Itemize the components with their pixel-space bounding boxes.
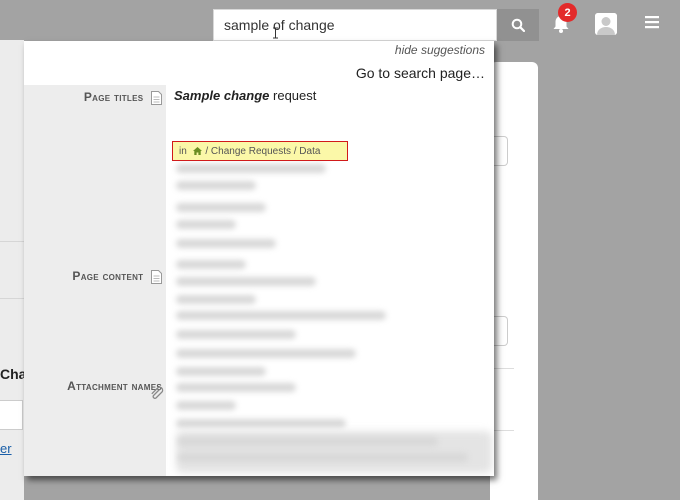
background-heading: Cha bbox=[0, 366, 27, 382]
breadcrumb[interactable]: in / Change Requests / Data bbox=[172, 141, 348, 161]
avatar-icon bbox=[595, 13, 617, 35]
search-button[interactable] bbox=[497, 9, 539, 41]
blurred-result bbox=[176, 330, 296, 339]
section-label-text: Attachment names bbox=[67, 379, 162, 393]
result-title-rest: request bbox=[273, 88, 317, 103]
blurred-result bbox=[176, 419, 346, 428]
background-card bbox=[490, 62, 538, 500]
background-card-button[interactable] bbox=[493, 136, 508, 166]
blurred-result bbox=[176, 401, 236, 410]
result-page-title[interactable]: Sample change request bbox=[174, 88, 316, 103]
paperclip-icon bbox=[151, 387, 164, 399]
avatar[interactable] bbox=[595, 13, 617, 35]
blurred-result bbox=[176, 164, 326, 173]
background-link[interactable]: er bbox=[0, 441, 12, 456]
background-left-panel bbox=[0, 40, 24, 500]
notification-badge: 2 bbox=[558, 3, 577, 22]
background-divider bbox=[0, 298, 24, 299]
blurred-result bbox=[178, 453, 468, 462]
home-icon bbox=[192, 147, 202, 155]
blurred-result bbox=[178, 437, 438, 446]
hide-suggestions-link[interactable]: hide suggestions bbox=[395, 43, 485, 57]
blurred-result bbox=[176, 220, 236, 229]
search-icon bbox=[511, 18, 525, 32]
section-label-text: Page titles bbox=[83, 90, 144, 104]
blurred-result bbox=[176, 260, 246, 269]
menu-icon[interactable] bbox=[645, 15, 659, 29]
section-attachment-names: Attachment names bbox=[42, 377, 164, 399]
blurred-result bbox=[176, 383, 296, 392]
search-suggestions-panel: hide suggestions Go to search page… Page… bbox=[24, 41, 494, 476]
blurred-result bbox=[176, 181, 256, 190]
result-title-match: Sample bbox=[174, 88, 221, 103]
section-labels-column: Page titles Page content Attachment name… bbox=[24, 85, 166, 476]
blurred-result bbox=[176, 239, 276, 248]
text-cursor-icon bbox=[273, 27, 278, 39]
result-title-match: change bbox=[223, 88, 270, 103]
blurred-result bbox=[176, 367, 266, 376]
blurred-result bbox=[176, 295, 256, 304]
section-page-titles: Page titles bbox=[84, 90, 162, 105]
search-input[interactable] bbox=[213, 9, 497, 41]
section-page-content: Page content bbox=[72, 269, 162, 284]
background-divider bbox=[0, 241, 24, 242]
blurred-result bbox=[176, 311, 386, 320]
page-icon bbox=[151, 269, 162, 284]
suggestion-results: Sample change request in / Change Reques… bbox=[172, 85, 492, 476]
blurred-result bbox=[176, 203, 266, 212]
background-input[interactable] bbox=[0, 400, 23, 430]
blurred-result bbox=[176, 349, 356, 358]
breadcrumb-prefix: in bbox=[179, 146, 187, 157]
section-label-text: Page content bbox=[72, 269, 144, 283]
breadcrumb-path: / Change Requests / Data bbox=[205, 146, 321, 157]
page-icon bbox=[151, 90, 162, 105]
background-card-button[interactable] bbox=[493, 316, 508, 346]
blurred-result bbox=[176, 277, 316, 286]
go-to-search-page-link[interactable]: Go to search page… bbox=[356, 65, 485, 81]
